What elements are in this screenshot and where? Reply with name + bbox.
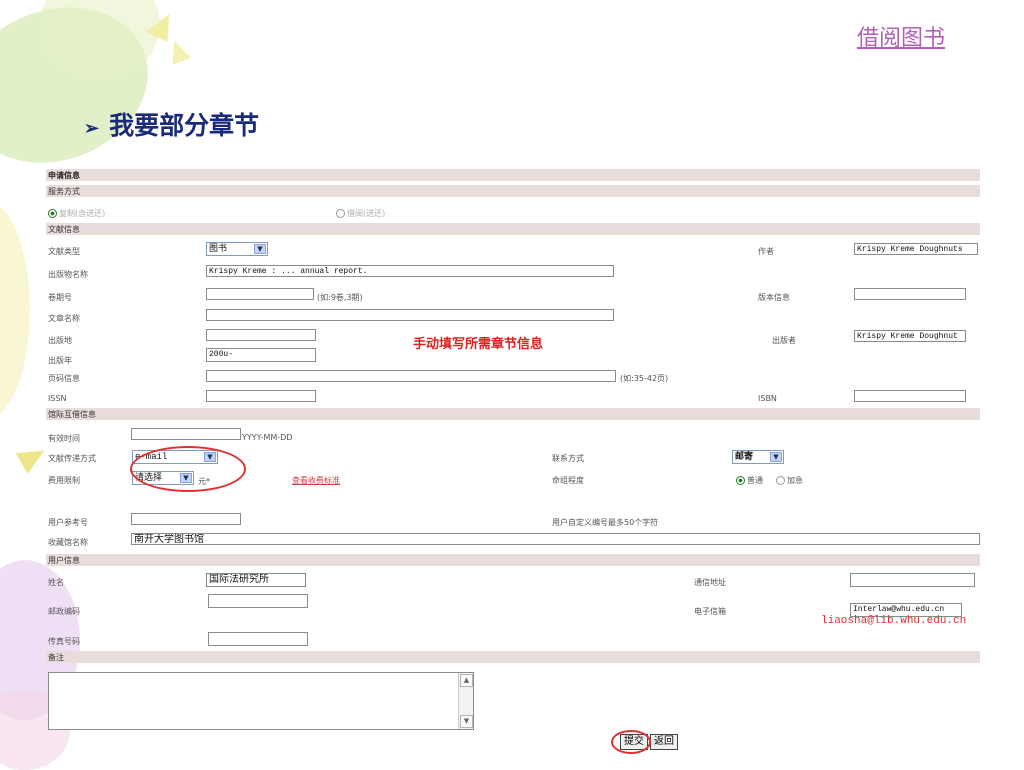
radio-empty-icon — [776, 476, 785, 485]
section-title: 备注 — [48, 653, 64, 662]
email-label: 电子信箱 — [694, 607, 726, 616]
address-label: 通信地址 — [694, 578, 726, 587]
publisher-input[interactable]: Krispy Kreme Doughnut — [854, 330, 966, 342]
section-remarks: 备注 — [46, 651, 980, 663]
urgency-normal-radio[interactable]: 普通 — [736, 475, 763, 486]
issn-label: ISSN — [48, 394, 67, 403]
ref-number-hint: 用户自定义编号最多50个字符 — [552, 518, 659, 527]
scroll-down-icon[interactable]: ▼ — [460, 715, 473, 728]
doc-type-select[interactable]: 图书 ▼ — [206, 242, 268, 256]
bullet-arrow-icon: ➢ — [84, 118, 100, 139]
doc-type-label: 文献类型 — [48, 247, 80, 256]
ref-number-label: 用户参考号 — [48, 518, 88, 527]
chevron-down-icon: ▼ — [770, 452, 782, 462]
valid-time-label: 有效时间 — [48, 434, 80, 443]
section-application-info: 申请信息 — [46, 169, 980, 181]
edition-input[interactable] — [854, 288, 966, 300]
edition-label: 版本信息 — [758, 293, 790, 302]
contact-method-value: 邮寄 — [735, 452, 754, 462]
pages-label: 页码信息 — [48, 374, 80, 383]
borrow-books-link[interactable]: 借阅图书 — [857, 20, 945, 52]
article-label: 文章名称 — [48, 314, 80, 323]
ref-number-input[interactable] — [131, 513, 241, 525]
back-button[interactable]: 返回 — [650, 734, 678, 750]
scrollbar[interactable]: ▲ ▼ — [458, 673, 473, 729]
urgency-normal-label: 普通 — [747, 476, 763, 485]
section-title: 文献信息 — [48, 225, 80, 234]
delivery-label: 文献传递方式 — [48, 454, 96, 463]
section-title: 申请信息 — [48, 171, 80, 180]
section-title: 馆际互借信息 — [48, 410, 96, 419]
contact-method-select[interactable]: 邮寄 ▼ — [732, 450, 784, 464]
remarks-textarea[interactable]: ▲ ▼ — [48, 672, 474, 730]
section-title: 服务方式 — [48, 187, 80, 196]
section-title: 用户信息 — [48, 556, 80, 565]
request-form: 申请信息 服务方式 复制(含送还) 借阅(送还) 文献信息 文献类型 图书 ▼ … — [46, 165, 980, 755]
highlight-ellipse — [130, 446, 246, 492]
section-service-mode: 服务方式 — [46, 185, 980, 197]
decorative-balloon — [0, 200, 30, 420]
email-annotation: liaosha@lib.whu.edu.cn — [821, 615, 967, 627]
pub-name-label: 出版物名称 — [48, 270, 88, 279]
isbn-input[interactable] — [854, 390, 966, 402]
year-label: 出版年 — [48, 356, 72, 365]
author-label: 作者 — [758, 247, 774, 256]
year-input[interactable]: 200u- — [206, 348, 316, 362]
urgency-label: 命组程度 — [552, 476, 584, 485]
isbn-label: ISBN — [758, 394, 777, 403]
place-input[interactable] — [206, 329, 316, 341]
publisher-label: 出版者 — [772, 336, 796, 345]
manual-entry-note: 手动填写所需章节信息 — [413, 337, 544, 352]
radio-empty-icon — [336, 209, 345, 218]
volume-input[interactable] — [206, 288, 314, 300]
highlight-ellipse — [611, 730, 651, 754]
section-doc-info: 文献信息 — [46, 223, 980, 235]
service-loan-label: 借阅(送还) — [347, 209, 386, 218]
issn-input[interactable] — [206, 390, 316, 402]
name-input[interactable]: 国际法研究所 — [206, 573, 306, 587]
library-input[interactable]: 南开大学图书馆 — [131, 533, 980, 545]
date-format-hint: YYYY-MM-DD — [242, 433, 293, 442]
page-title-text: 我要部分章节 — [109, 111, 260, 140]
article-input[interactable] — [206, 309, 614, 321]
urgency-urgent-label: 加急 — [787, 476, 803, 485]
zip-input[interactable] — [208, 594, 308, 608]
service-copy-radio[interactable]: 复制(含送还) — [48, 208, 105, 219]
pages-hint: (如:35-42页) — [620, 374, 669, 383]
place-label: 出版地 — [48, 336, 72, 345]
urgency-urgent-radio[interactable]: 加急 — [776, 475, 803, 486]
zip-label: 邮政编码 — [48, 607, 80, 616]
valid-time-input[interactable] — [131, 428, 241, 440]
address-input[interactable] — [850, 573, 975, 587]
pages-input[interactable] — [206, 370, 616, 382]
section-interlibrary-info: 馆际互借信息 — [46, 408, 980, 420]
fax-label: 传真号码 — [48, 637, 80, 646]
scroll-up-icon[interactable]: ▲ — [460, 674, 473, 687]
doc-type-value: 图书 — [209, 244, 228, 254]
chevron-down-icon: ▼ — [254, 244, 266, 254]
pub-name-input[interactable]: Krispy Kreme : ... annual report. — [206, 265, 614, 277]
section-user-info: 用户信息 — [46, 554, 980, 566]
radio-selected-icon — [48, 209, 57, 218]
fax-input[interactable] — [208, 632, 308, 646]
radio-selected-icon — [736, 476, 745, 485]
page-title: ➢ 我要部分章节 — [84, 106, 259, 142]
service-copy-label: 复制(含送还) — [59, 209, 106, 218]
service-loan-radio[interactable]: 借阅(送还) — [336, 208, 385, 219]
contact-label: 联系方式 — [552, 454, 584, 463]
decorative-triangle — [164, 37, 192, 65]
volume-hint: (如:9卷,3期) — [317, 293, 363, 302]
library-label: 收藏馆名称 — [48, 538, 88, 547]
fee-standard-link[interactable]: 查看收费标准 — [292, 475, 340, 486]
author-input[interactable]: Krispy Kreme Doughnuts — [854, 243, 978, 255]
volume-label: 卷期号 — [48, 293, 72, 302]
name-label: 姓名 — [48, 578, 64, 587]
fee-label: 费用限制 — [48, 476, 80, 485]
